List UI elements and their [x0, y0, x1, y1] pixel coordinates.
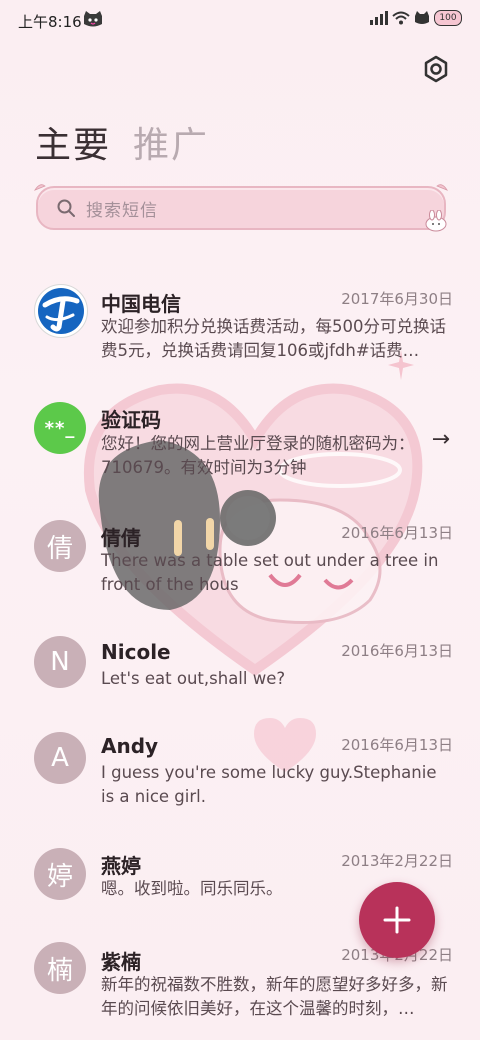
- bow-decoration-icon: [436, 184, 448, 191]
- avatar: N: [34, 636, 86, 688]
- tab-bar: 主要 推广: [35, 116, 209, 168]
- message-snippet: I guess you're some lucky guy.Stephanie …: [101, 763, 437, 806]
- sender-name: 中国电信: [101, 292, 181, 316]
- sender-name: 燕婷: [101, 854, 141, 878]
- message-date: 2016年6月13日: [341, 642, 453, 660]
- plus-icon: [383, 906, 411, 934]
- battery-icon: 100: [434, 10, 462, 26]
- bow-decoration-icon: [34, 184, 46, 191]
- cat-icon: [415, 11, 429, 24]
- status-icons: 100: [370, 10, 462, 26]
- message-snippet: There was a table set out under a tree i…: [101, 551, 439, 594]
- message-date: 2017年6月30日: [341, 290, 453, 308]
- message-snippet: 欢迎参加积分兑换话费活动，每500分可兑换话费5元，兑换话费请回复106或jfd…: [101, 317, 446, 360]
- message-date: 2013年2月22日: [341, 852, 453, 870]
- sender-name: 倩倩: [101, 526, 141, 550]
- avatar: 倩: [34, 520, 86, 572]
- settings-icon[interactable]: [422, 55, 450, 83]
- arrow-right-icon[interactable]: →: [432, 427, 450, 452]
- message-snippet: 您好！您的网上营业厅登录的随机密码为：710679。有效时间为3分钟: [101, 434, 415, 477]
- tab-primary[interactable]: 主要: [35, 116, 111, 168]
- avatar: 婷: [34, 848, 86, 900]
- avatar: 楠: [34, 942, 86, 994]
- message-snippet: 新年的祝福数不胜数，新年的愿望好多好多，新年的问候依旧美好，在这个温馨的时刻，…: [101, 975, 448, 1018]
- tab-promotions[interactable]: 推广: [133, 116, 209, 168]
- status-time: 上午8:16: [18, 13, 82, 31]
- sender-name: Andy: [101, 734, 159, 758]
- sender-name: 验证码: [101, 408, 161, 432]
- message-snippet: Let's eat out,shall we?: [101, 669, 286, 688]
- list-item[interactable]: 倩 倩倩 2016年6月13日 There was a table set ou…: [0, 518, 480, 608]
- avatar: **_: [34, 402, 86, 454]
- list-item[interactable]: A Andy 2016年6月13日 I guess you're some lu…: [0, 732, 480, 822]
- search-placeholder: 搜索短信: [86, 201, 158, 221]
- cat-face-icon: [84, 11, 102, 27]
- new-message-button[interactable]: [359, 882, 435, 958]
- search-bar[interactable]: 搜索短信: [34, 184, 448, 232]
- china-telecom-logo-icon: [38, 288, 84, 334]
- sender-name: 紫楠: [101, 950, 141, 974]
- sender-name: Nicole: [101, 640, 171, 664]
- status-bar: 上午8:16 100: [0, 0, 480, 40]
- list-item[interactable]: 中国电信 2017年6月30日 欢迎参加积分兑换话费活动，每500分可兑换话费5…: [0, 284, 480, 384]
- message-date: 2016年6月13日: [341, 524, 453, 542]
- message-date: 2016年6月13日: [341, 736, 453, 754]
- search-icon: [57, 199, 75, 217]
- wifi-icon: [392, 11, 410, 25]
- bunny-decoration-icon: [425, 210, 447, 232]
- list-item[interactable]: **_ 验证码 您好！您的网上营业厅登录的随机密码为：710679。有效时间为3…: [0, 400, 480, 490]
- list-item[interactable]: N Nicole 2016年6月13日 Let's eat out,shall …: [0, 636, 480, 706]
- signal-icon: [370, 11, 388, 25]
- avatar: A: [34, 732, 86, 784]
- avatar: [34, 284, 88, 338]
